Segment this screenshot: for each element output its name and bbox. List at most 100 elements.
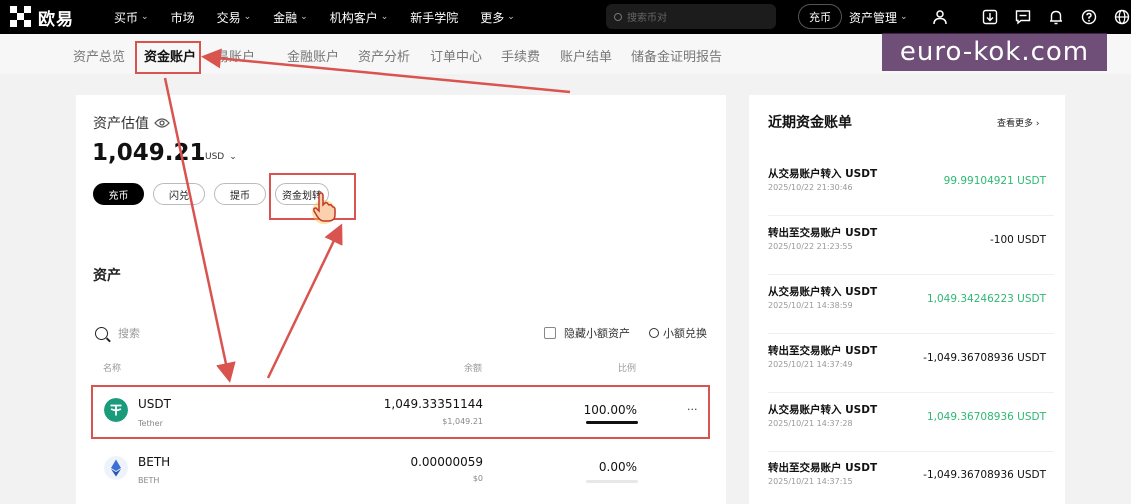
bill-amount: -1,049.36708936 USDT (923, 352, 1046, 364)
currency-selector[interactable]: USD ⌄ (205, 152, 237, 162)
assets-heading: 资产 (93, 268, 121, 284)
bill-time: 2025/10/21 14:37:28 (768, 419, 853, 428)
chevron-down-icon: ⌄ (300, 12, 308, 22)
bill-amount: 99.99104921 USDT (943, 175, 1046, 187)
nav-item-market[interactable]: 市场 (171, 9, 195, 26)
nav-item-buy-crypto[interactable]: 买币 ⌄ (114, 9, 149, 26)
tab-order-center[interactable]: 订单中心 (430, 46, 482, 65)
asset-ratio: 0.00% (598, 460, 637, 474)
nav-label: 机构客户 (329, 10, 378, 25)
asset-management-menu[interactable]: 资产管理 ⌄ (849, 0, 908, 34)
small-convert-label: 小额兑换 (663, 327, 707, 340)
tab-trading-account[interactable]: 易账户 (216, 46, 255, 65)
asset-management-label: 资产管理 (849, 10, 898, 25)
valuation-heading: 资产估值 (93, 113, 170, 133)
small-convert-link[interactable]: 小额兑换 (649, 325, 707, 341)
logo-mark-icon (10, 6, 32, 28)
asset-row-beth[interactable]: BETH BETH 0.00000059 $0 0.00% (92, 446, 710, 498)
bill-record[interactable]: 转出至交易账户 USDT 2025/10/21 14:37:15 -1,049.… (768, 460, 1048, 500)
chevron-down-icon: ⌄ (229, 152, 237, 162)
bill-amount: -1,049.36708936 USDT (923, 469, 1046, 481)
bill-time: 2025/10/22 21:30:46 (768, 183, 853, 192)
tab-account-statement[interactable]: 账户结单 (560, 46, 612, 65)
bill-record[interactable]: 从交易账户转入 USDT 2025/10/21 14:37:28 1,049.3… (768, 402, 1054, 458)
view-more-link[interactable]: 查看更多 › (997, 116, 1039, 129)
nav-item-academy[interactable]: 新手学院 (410, 9, 458, 26)
search-icon (95, 326, 108, 340)
asset-search-placeholder: 搜索 (118, 327, 140, 340)
bill-record[interactable]: 从交易账户转入 USDT 2025/10/21 14:38:59 1,049.3… (768, 284, 1054, 340)
pointer-hand-icon (312, 192, 336, 224)
help-icon[interactable] (1081, 9, 1097, 25)
tab-finance-account[interactable]: 金融账户 (287, 46, 339, 65)
column-header-balance: 余额 (464, 364, 483, 374)
tab-asset-analysis[interactable]: 资产分析 (358, 46, 410, 65)
bill-time: 2025/10/22 21:23:55 (768, 242, 853, 251)
nav-label: 金融 (273, 10, 298, 25)
coin-full-name: BETH (138, 476, 160, 485)
divider (768, 215, 1054, 216)
nav-item-institutional[interactable]: 机构客户 ⌄ (330, 9, 389, 26)
bill-title: 从交易账户转入 USDT (768, 404, 878, 416)
user-icon[interactable] (932, 9, 948, 25)
chevron-down-icon: ⌄ (900, 12, 908, 22)
beth-coin-icon (104, 456, 128, 480)
chevron-down-icon: ⌄ (380, 12, 389, 22)
bill-title: 转出至交易账户 USDT (768, 227, 878, 239)
highlight-usdt-row (91, 385, 710, 439)
nav-label: 更多 (480, 10, 505, 25)
bill-amount: 1,049.36708936 USDT (926, 411, 1046, 423)
coin-symbol: BETH (138, 455, 171, 469)
bill-title: 转出至交易账户 USDT (768, 345, 878, 357)
divider (768, 274, 1054, 275)
watermark-banner: euro-kok.com (882, 33, 1107, 71)
bill-time: 2025/10/21 14:38:59 (768, 301, 853, 310)
okx-logo[interactable]: 欧易 (10, 5, 92, 30)
tab-fees[interactable]: 手续费 (501, 46, 540, 65)
search-icon (614, 12, 622, 21)
bill-record[interactable]: 从交易账户转入 USDT 2025/10/22 21:30:46 99.9910… (768, 166, 1054, 222)
nav-item-finance[interactable]: 金融 ⌄ (273, 9, 308, 26)
eye-icon[interactable] (154, 117, 170, 129)
tab-proof-of-reserves[interactable]: 储备金证明报告 (631, 46, 722, 65)
bell-icon[interactable] (1048, 9, 1064, 25)
main-nav: 买币 ⌄ 市场 交易 ⌄ 金融 ⌄ 机构客户 ⌄ 新手学院 更多 ⌄ (114, 9, 537, 26)
globe-icon[interactable] (1114, 9, 1130, 25)
hide-small-assets-checkbox[interactable]: 隐藏小额资产 (544, 325, 630, 341)
nav-item-trade[interactable]: 交易 ⌄ (217, 9, 252, 26)
top-search-input[interactable]: 搜索币对 (606, 4, 776, 29)
column-header-ratio: 比例 (618, 364, 637, 374)
nav-label: 新手学院 (410, 10, 459, 25)
deposit-button[interactable]: 充币 (93, 183, 144, 205)
bill-time: 2025/10/21 14:37:15 (768, 477, 853, 486)
checkbox-icon (544, 327, 556, 339)
withdraw-button[interactable]: 提币 (214, 183, 266, 205)
divider (768, 333, 1054, 334)
bill-record[interactable]: 转出至交易账户 USDT 2025/10/21 14:37:49 -1,049.… (768, 343, 1054, 399)
chevron-down-icon: ⌄ (507, 12, 515, 22)
asset-usd-value: $0 (472, 474, 483, 483)
bill-title: 转出至交易账户 USDT (768, 462, 878, 474)
bill-title: 从交易账户转入 USDT (768, 168, 878, 180)
top-icon-group (928, 0, 1130, 34)
download-icon[interactable] (982, 9, 998, 25)
nav-label: 市场 (170, 10, 195, 25)
message-icon[interactable] (1015, 9, 1031, 25)
bill-amount: 1,049.34246223 USDT (926, 293, 1046, 305)
nav-item-more[interactable]: 更多 ⌄ (480, 9, 515, 26)
bill-record[interactable]: 转出至交易账户 USDT 2025/10/22 21:23:55 -100 US… (768, 225, 1054, 281)
asset-ratio-bar (586, 480, 638, 483)
logo-text: 欧易 (38, 9, 74, 30)
nav-label: 买币 (114, 10, 139, 25)
convert-icon (649, 328, 659, 338)
nav-label: 交易 (216, 10, 241, 25)
hide-small-assets-label: 隐藏小额资产 (564, 327, 630, 340)
search-placeholder: 搜索币对 (627, 13, 667, 24)
bill-amount: -100 USDT (989, 234, 1046, 246)
asset-search-input[interactable]: 搜索 (95, 325, 140, 341)
swap-button[interactable]: 闪兑 (153, 183, 205, 205)
currency-label: USD (205, 152, 225, 162)
chevron-down-icon: ⌄ (141, 12, 149, 22)
top-deposit-button[interactable]: 充币 (798, 4, 842, 29)
tab-asset-overview[interactable]: 资产总览 (73, 46, 125, 65)
